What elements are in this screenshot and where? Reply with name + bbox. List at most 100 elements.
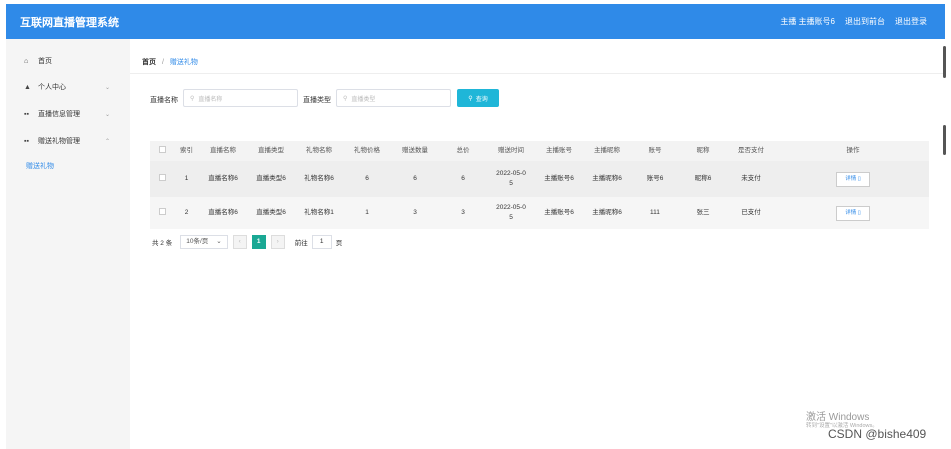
col-header: 是否支付 — [738, 147, 764, 155]
table-cell: 1 — [365, 209, 369, 217]
live-name-label: 直播名称 — [150, 97, 178, 104]
chevron-down-icon: ⌄ — [216, 238, 222, 245]
col-header: 直播名称 — [210, 147, 236, 155]
select-all-checkbox[interactable] — [158, 145, 166, 153]
logout-link[interactable]: 退出登录 — [895, 16, 927, 27]
row-checkbox[interactable] — [158, 173, 166, 181]
main-content: 首页 / 赠送礼物 直播名称 ⚲ 直播名称 直播类型 ⚲ 直播类型 ⚲ 查询 索… — [130, 39, 945, 449]
table-cell: 礼物名称1 — [304, 209, 334, 217]
breadcrumb-current: 赠送礼物 — [169, 59, 198, 66]
breadcrumb: 首页 / 赠送礼物 — [142, 57, 198, 67]
table-cell: 张三 — [696, 209, 710, 217]
document-icon: ▯ — [857, 175, 861, 182]
top-navbar: 互联网直播管理系统 主播 主播账号6 退出到前台 退出登录 — [6, 4, 945, 39]
pagination: 共 2 条 10条/页 ⌄ ‹ 1 › 前往 1 页 — [152, 235, 342, 249]
table-cell: 1 — [184, 175, 189, 183]
table-cell: 直播类型6 — [256, 175, 286, 183]
sidebar-item-label: 直播信息管理 — [38, 111, 80, 118]
live-type-label: 直播类型 — [303, 97, 331, 104]
col-header: 索引 — [180, 147, 193, 155]
user-icon: ▲ — [24, 83, 31, 91]
col-header: 直播类型 — [258, 147, 284, 155]
search-icon: ⚲ — [190, 95, 195, 102]
table-cell: 账号6 — [646, 175, 664, 183]
table-cell: 直播名称6 — [208, 209, 238, 217]
live-name-placeholder: 直播名称 — [198, 96, 223, 103]
page-size-select[interactable]: 10条/页 ⌄ — [180, 235, 228, 249]
col-header: 赠送数量 — [402, 147, 428, 155]
goto-label: 前往 — [294, 240, 308, 247]
chevron-up-icon: ⌃ — [104, 138, 110, 145]
table-cell: 6 — [413, 175, 417, 183]
table-cell: 6 — [461, 175, 465, 183]
breadcrumb-separator: / — [161, 59, 164, 66]
next-page-button[interactable]: › — [270, 235, 285, 249]
table-cell: 主播账号6 — [544, 175, 574, 183]
goto-page-input[interactable]: 1 — [311, 235, 332, 249]
table-cell: 直播名称6 — [208, 175, 238, 183]
sidebar-item-personal-center[interactable]: ▲ 个人中心 ⌄ — [6, 74, 130, 100]
table-cell: 2022-05-0 5 — [496, 204, 526, 221]
home-icon: ⌂ — [24, 57, 29, 65]
table-cell: 直播类型6 — [256, 209, 286, 217]
detail-button-label: 详情 — [845, 209, 857, 216]
table-cell: 主播昵称6 — [592, 209, 622, 217]
sidebar-item-home[interactable]: ⌂ 首页 — [6, 48, 130, 74]
scrollbar-thumb[interactable] — [943, 46, 946, 78]
sidebar-subitem-gifts[interactable]: 赠送礼物 — [26, 161, 54, 171]
watermark-csdn: CSDN @bishe409 — [828, 427, 927, 441]
breadcrumb-home[interactable]: 首页 — [142, 59, 156, 66]
col-header: 账号 — [648, 147, 662, 155]
sidebar-item-live-info[interactable]: ▪▪ 直播信息管理 ⌄ — [6, 101, 130, 127]
scrollbar-thumb[interactable] — [943, 125, 946, 155]
live-name-input[interactable]: ⚲ 直播名称 — [183, 89, 298, 107]
table-header-row: 索引 直播名称 直播类型 礼物名称 礼物价格 赠送数量 总价 赠送时间 主播账号… — [150, 141, 929, 161]
sidebar-item-gift-management[interactable]: ▪▪ 赠送礼物管理 ⌃ — [6, 128, 130, 154]
page-number-current[interactable]: 1 — [251, 235, 266, 249]
document-icon: ▯ — [857, 209, 861, 216]
col-header: 礼物名称 — [306, 147, 332, 155]
detail-button[interactable]: 详情 ▯ — [836, 171, 870, 187]
table-cell: 111 — [650, 209, 660, 217]
col-header: 主播账号 — [546, 147, 572, 155]
table-cell: 3 — [461, 209, 465, 217]
grid-icon: ▪▪ — [24, 110, 29, 118]
col-header: 操作 — [846, 147, 860, 155]
chevron-down-icon: ⌄ — [104, 84, 110, 91]
table-cell: 已支付 — [741, 209, 761, 217]
live-type-input[interactable]: ⚲ 直播类型 — [336, 89, 451, 107]
table-cell: 主播昵称6 — [592, 175, 622, 183]
app-title: 互联网直播管理系统 — [20, 17, 119, 29]
detail-button-label: 详情 — [845, 175, 857, 182]
page-jump: 前往 1 页 — [294, 235, 342, 249]
chevron-down-icon: ⌄ — [104, 111, 110, 118]
col-header: 赠送时间 — [498, 147, 524, 155]
table-cell: 昵称6 — [694, 175, 712, 183]
table-cell: 主播账号6 — [544, 209, 574, 217]
query-button[interactable]: ⚲ 查询 — [457, 89, 499, 107]
table-cell: 3 — [413, 209, 417, 217]
sidebar-item-label: 首页 — [38, 58, 52, 65]
sidebar: ⌂ 首页 ▲ 个人中心 ⌄ ▪▪ 直播信息管理 ⌄ ▪▪ 赠送礼物管理 ⌃ 赠送… — [6, 39, 130, 449]
row-checkbox[interactable] — [158, 207, 166, 215]
page-size-value: 10条/页 — [186, 238, 209, 245]
table-row: 1 直播名称6 直播类型6 礼物名称6 6 6 6 2022-05-0 5 主播… — [150, 161, 929, 197]
sidebar-item-label: 赠送礼物管理 — [38, 138, 80, 145]
table-cell: 未支付 — [741, 175, 761, 183]
col-header: 昵称 — [696, 147, 710, 155]
divider — [130, 73, 945, 74]
col-header: 主播昵称 — [594, 147, 620, 155]
sidebar-item-label: 个人中心 — [38, 84, 66, 91]
table-cell: 2022-05-0 5 — [496, 170, 526, 187]
prev-page-button[interactable]: ‹ — [232, 235, 247, 249]
table-row: 2 直播名称6 直播类型6 礼物名称1 1 3 3 2022-05-0 5 主播… — [150, 197, 929, 229]
query-button-label: 查询 — [475, 96, 488, 103]
total-count: 共 2 条 — [152, 240, 173, 247]
detail-button[interactable]: 详情 ▯ — [836, 205, 870, 221]
back-to-frontend-link[interactable]: 退出到前台 — [845, 16, 885, 27]
table-cell: 2 — [184, 209, 189, 217]
top-links: 主播 主播账号6 退出到前台 退出登录 — [780, 16, 927, 27]
col-header: 总价 — [456, 147, 470, 155]
table-cell: 礼物名称6 — [304, 175, 334, 183]
grid-icon: ▪▪ — [24, 137, 29, 145]
